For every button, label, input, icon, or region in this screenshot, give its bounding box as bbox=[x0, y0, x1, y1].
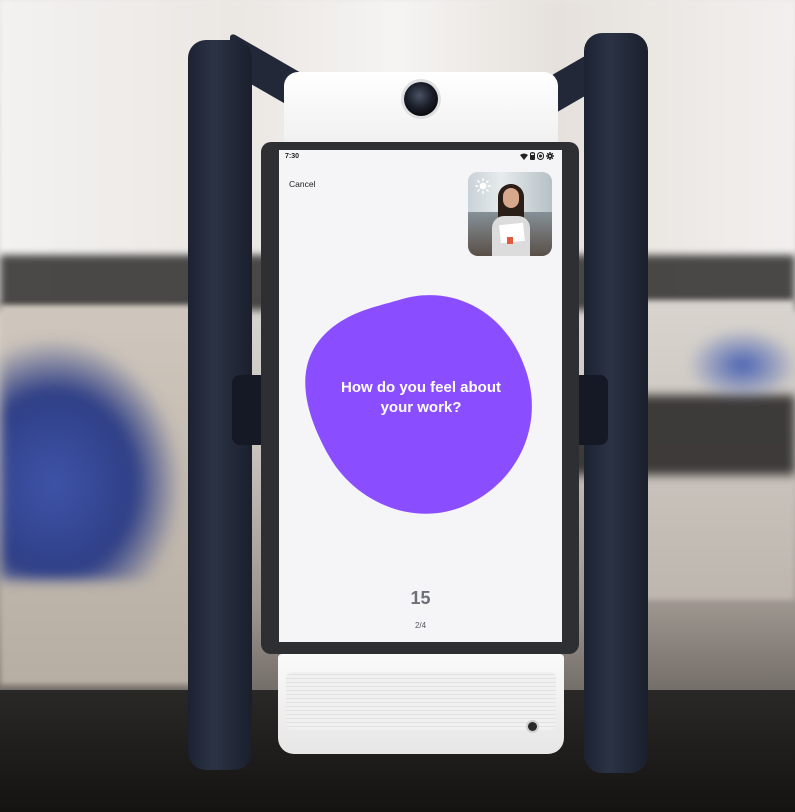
cancel-button[interactable]: Cancel bbox=[289, 179, 315, 189]
speaker-grille bbox=[286, 672, 556, 730]
wifi-icon bbox=[520, 153, 528, 162]
countdown-timer: 15 bbox=[410, 588, 431, 608]
tablet-screen: 7:30 Cancel How do you feel about your w… bbox=[279, 150, 562, 642]
status-time: 7:30 bbox=[285, 153, 300, 160]
settings-icon[interactable] bbox=[546, 152, 554, 162]
battery-icon bbox=[530, 152, 535, 162]
question-progress: 2/4 bbox=[414, 621, 427, 630]
camera-lens bbox=[404, 82, 438, 116]
background-chair-left bbox=[0, 340, 180, 580]
background-chair-right bbox=[690, 330, 795, 400]
speaker-indicator bbox=[528, 722, 537, 731]
preview-badge bbox=[507, 237, 513, 244]
preview-person-face bbox=[503, 188, 519, 208]
question-text: How do you feel about your work? bbox=[341, 379, 501, 416]
status-icons bbox=[520, 152, 554, 162]
record-icon bbox=[537, 152, 544, 162]
sun-icon[interactable] bbox=[475, 178, 491, 194]
camera-preview[interactable] bbox=[468, 172, 552, 256]
